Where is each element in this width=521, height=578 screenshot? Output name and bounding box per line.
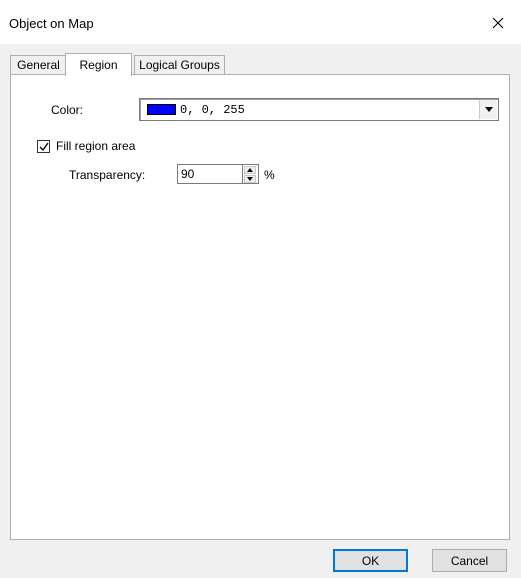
- ok-button[interactable]: OK: [333, 549, 408, 572]
- spin-down-icon: [247, 177, 253, 181]
- tab-logical-groups-label: Logical Groups: [139, 58, 220, 72]
- tab-logical-groups[interactable]: Logical Groups: [134, 55, 225, 74]
- percent-unit: %: [264, 168, 275, 182]
- color-value: 0, 0, 255: [180, 103, 245, 117]
- fill-region-checkbox[interactable]: [37, 140, 50, 153]
- ok-button-label: OK: [361, 553, 380, 568]
- cancel-button[interactable]: Cancel: [432, 549, 507, 572]
- transparency-spinner: [243, 164, 259, 184]
- tab-general[interactable]: General: [10, 55, 67, 74]
- transparency-label: Transparency:: [69, 168, 146, 182]
- checkmark-icon: [39, 142, 49, 152]
- dialog-window: Object on Map General Region Logical Gro…: [0, 0, 521, 578]
- fill-region-label: Fill region area: [56, 139, 136, 153]
- transparency-input[interactable]: 90: [177, 164, 243, 184]
- close-icon: [492, 17, 504, 29]
- tab-region[interactable]: Region: [65, 53, 132, 76]
- color-label: Color:: [51, 103, 84, 117]
- spin-up-button[interactable]: [244, 166, 256, 174]
- close-button[interactable]: [475, 8, 521, 38]
- title-bar: Object on Map: [0, 0, 521, 44]
- color-swatch: [147, 104, 176, 115]
- tab-region-label: Region: [79, 58, 118, 72]
- dropdown-button[interactable]: [479, 100, 497, 119]
- window-title: Object on Map: [9, 16, 94, 31]
- tab-general-label: General: [17, 58, 60, 72]
- transparency-value: 90: [181, 167, 195, 181]
- dropdown-arrow-icon: [484, 107, 493, 112]
- color-dropdown[interactable]: 0, 0, 255: [139, 98, 499, 121]
- spin-down-button[interactable]: [244, 175, 256, 183]
- cancel-button-label: Cancel: [450, 553, 489, 568]
- spin-up-icon: [247, 168, 253, 172]
- region-tab-panel: Color: 0, 0, 255 Fill region area Transp…: [10, 74, 510, 540]
